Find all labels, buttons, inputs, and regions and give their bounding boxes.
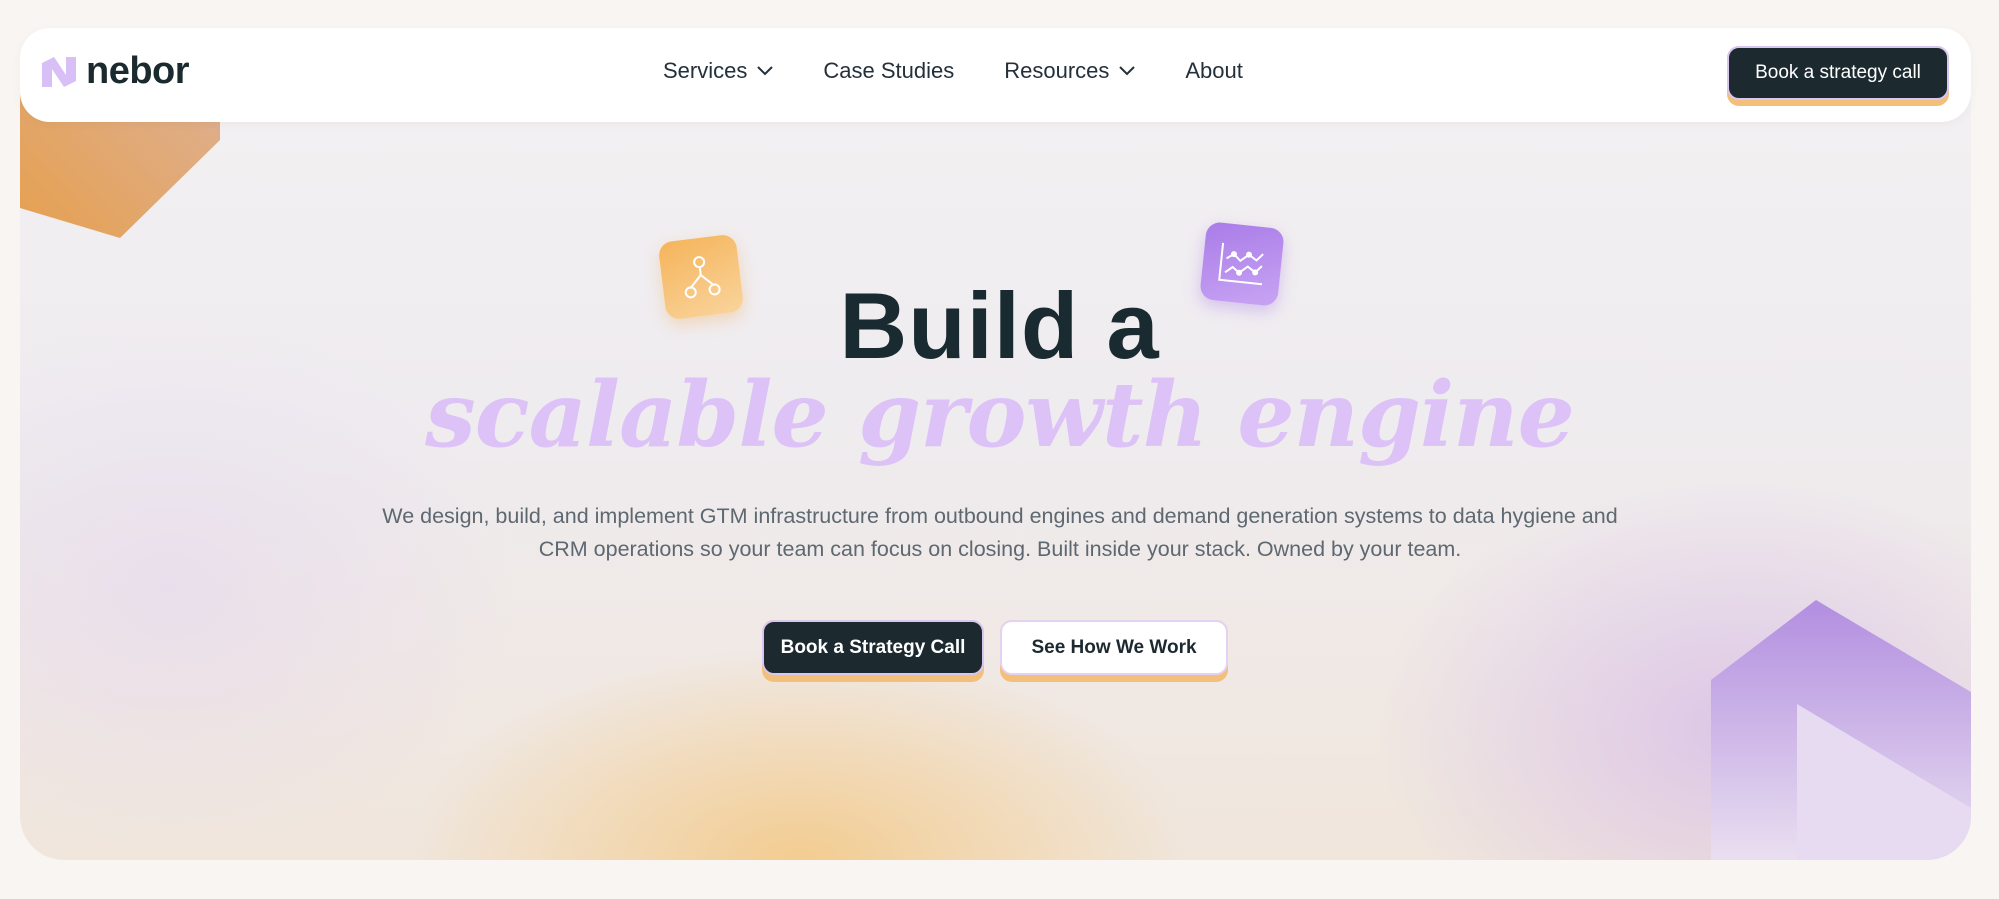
line-chart-icon-tile: [1199, 221, 1285, 307]
nav-item-resources[interactable]: Resources: [1004, 58, 1136, 84]
hierarchy-icon: [684, 256, 721, 299]
secondary-cta-label: See How We Work: [1000, 620, 1228, 675]
chevron-down-icon: [1119, 66, 1136, 76]
nav-item-case-studies[interactable]: Case Studies: [823, 58, 954, 84]
decorative-shape-bottom-right: [1711, 600, 1971, 860]
nav-cta-label: Book a strategy call: [1727, 46, 1949, 100]
primary-cta-label: Book a Strategy Call: [762, 620, 984, 675]
nav-item-about[interactable]: About: [1185, 58, 1243, 84]
nav-item-label: Services: [663, 58, 748, 83]
nav-item-label: About: [1185, 58, 1243, 83]
book-strategy-call-button[interactable]: Book a Strategy Call: [762, 620, 984, 682]
brand-name: nebor: [86, 50, 190, 92]
chevron-down-icon: [757, 66, 774, 76]
nav-item-label: Resources: [1004, 58, 1110, 83]
nav-book-call-button[interactable]: Book a strategy call: [1727, 46, 1949, 106]
nebor-logo-icon: [42, 56, 76, 87]
brand-logo[interactable]: nebor: [40, 50, 190, 93]
line-chart-icon: [1218, 242, 1264, 286]
hierarchy-icon-tile: [657, 233, 745, 321]
see-how-we-work-button[interactable]: See How We Work: [1000, 620, 1228, 682]
nav-item-services[interactable]: Services: [663, 58, 774, 84]
hero-title-accent: scalable growth engine: [425, 362, 1575, 468]
main-menu: Services Case Studies Resources About: [663, 58, 1293, 84]
hero-description: We design, build, and implement GTM infr…: [382, 504, 1618, 561]
top-navbar: nebor Services Case Studies Resources Ab…: [20, 28, 1971, 122]
nav-item-label: Case Studies: [823, 58, 955, 83]
